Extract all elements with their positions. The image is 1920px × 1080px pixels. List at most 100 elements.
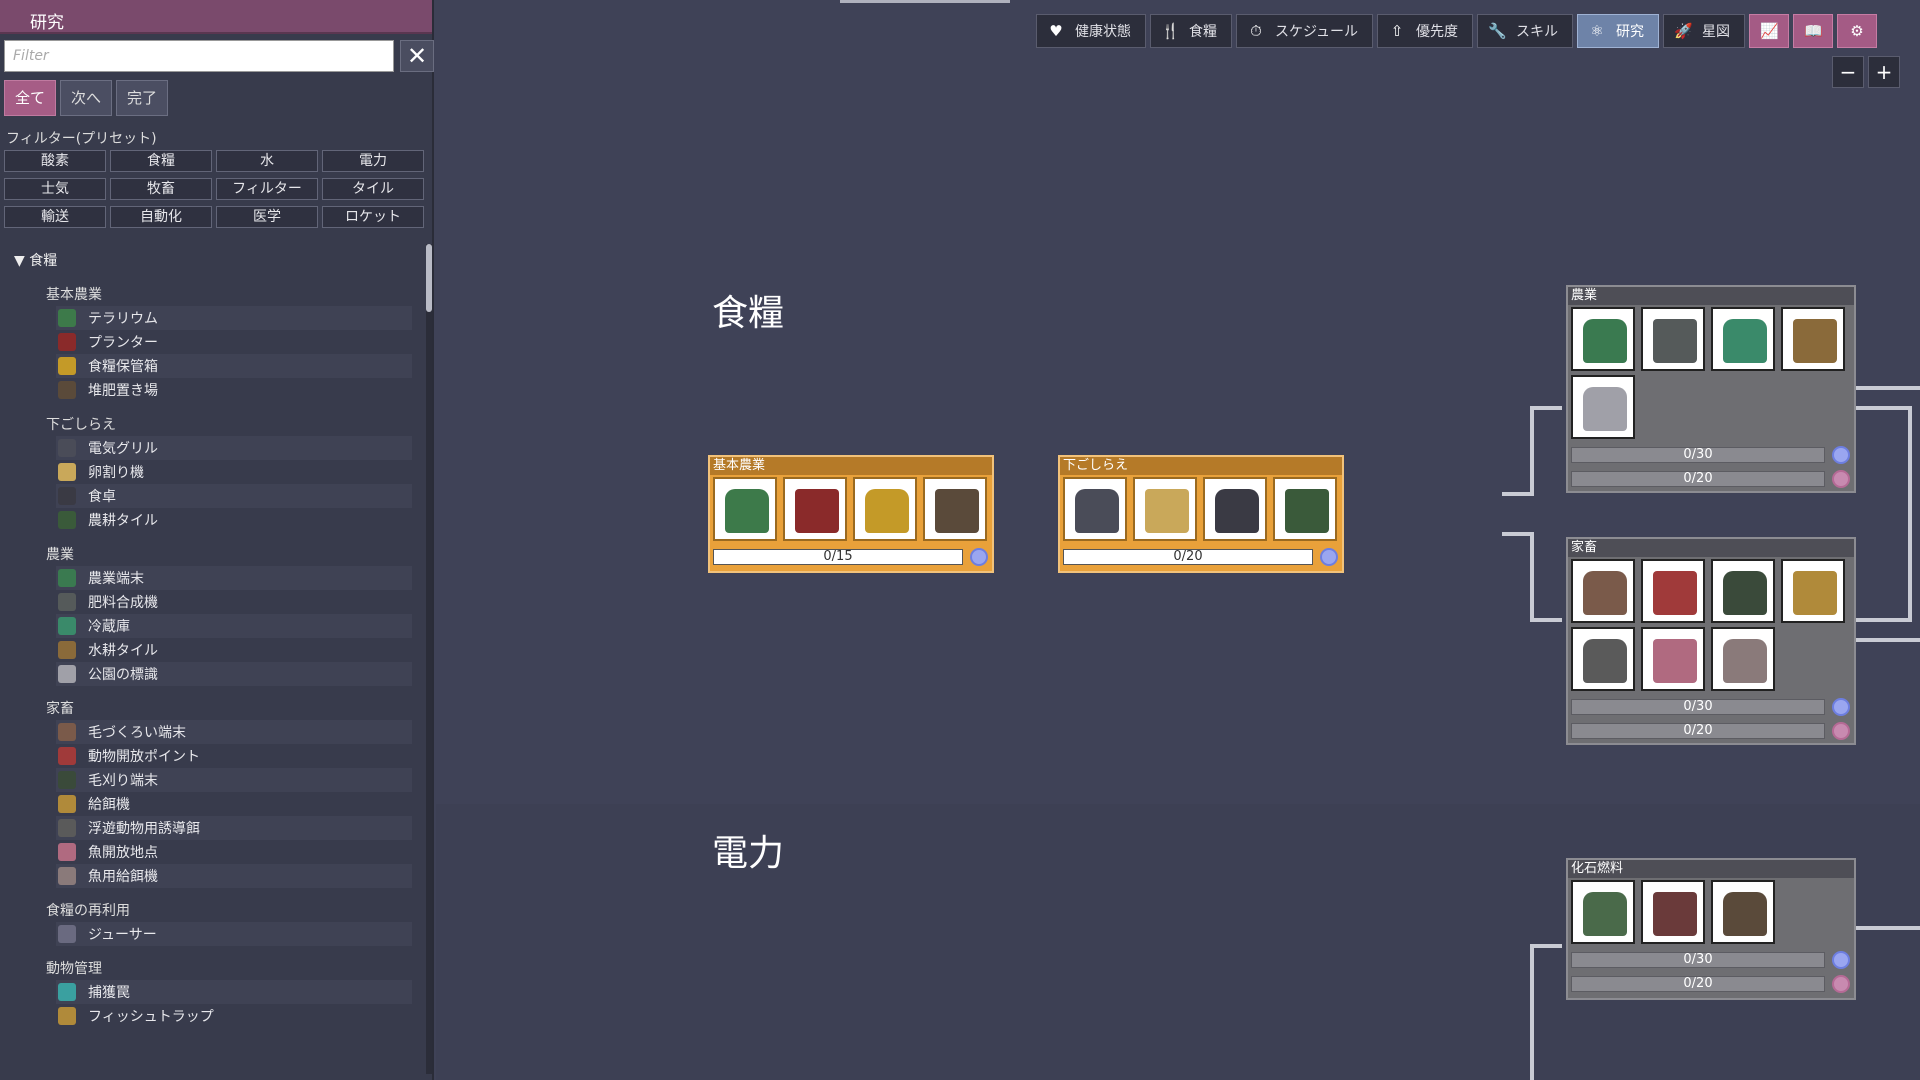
fork-icon: 🍴	[1161, 22, 1180, 40]
tree-item[interactable]: 電気グリル	[56, 436, 412, 460]
tech-card-agriculture[interactable]: 農業 0/30 0/20	[1566, 285, 1856, 493]
toolbar-button[interactable]: ⏱ スケジュール	[1236, 14, 1374, 48]
building-icon-slot[interactable]	[783, 477, 847, 541]
tab-next[interactable]: 次へ	[60, 80, 113, 116]
building-icon	[1285, 489, 1329, 533]
tree-item[interactable]: ジューサー	[56, 922, 412, 946]
zoom-out-button[interactable]: −	[1832, 56, 1864, 88]
tree-item[interactable]: プランター	[56, 330, 412, 354]
gear-button[interactable]: ⚙	[1837, 14, 1878, 48]
connector-line	[1908, 406, 1912, 622]
filter-input[interactable]	[4, 40, 394, 72]
building-icon-slot[interactable]	[853, 477, 917, 541]
building-icon-slot[interactable]	[1571, 559, 1635, 623]
building-icon	[58, 819, 76, 837]
clear-filter-button[interactable]: ✕	[400, 40, 434, 72]
building-icon	[58, 381, 76, 399]
building-icon	[58, 795, 76, 813]
preset-button[interactable]: 輸送	[4, 206, 106, 228]
preset-button[interactable]: 食糧	[110, 150, 212, 172]
tree-item[interactable]: 動物開放ポイント	[56, 744, 412, 768]
building-icon-slot[interactable]	[1571, 307, 1635, 371]
preset-button[interactable]: 自動化	[110, 206, 212, 228]
tree-item[interactable]: テラリウム	[56, 306, 412, 330]
building-icon-slot[interactable]	[1133, 477, 1197, 541]
building-icon-slot[interactable]	[1571, 880, 1635, 944]
tree-item-label: プランター	[88, 335, 158, 351]
building-icon-slot[interactable]	[1641, 880, 1705, 944]
building-icon-slot[interactable]	[1711, 307, 1775, 371]
building-icon-slot[interactable]	[1641, 307, 1705, 371]
book-button[interactable]: 📖	[1793, 14, 1834, 48]
preset-button[interactable]: 医学	[216, 206, 318, 228]
building-icon-slot[interactable]	[1641, 559, 1705, 623]
toolbar-button[interactable]: 🍴 食糧	[1150, 14, 1232, 48]
building-icon-slot[interactable]	[1571, 627, 1635, 691]
preset-button[interactable]: タイル	[322, 178, 424, 200]
preset-button[interactable]: 士気	[4, 178, 106, 200]
tree-item[interactable]: 食卓	[56, 484, 412, 508]
building-icon	[1583, 639, 1627, 683]
tech-tree-canvas[interactable]: 食糧 電力 基本農業 0/15 下ごしらえ 0/20 農業 0/30 0/20 家畜 0/30 0…	[436, 0, 1920, 1080]
building-icon	[58, 925, 76, 943]
preset-button[interactable]: 電力	[322, 150, 424, 172]
tree-item-label: 魚開放地点	[88, 845, 158, 861]
preset-button[interactable]: ロケット	[322, 206, 424, 228]
tree-item[interactable]: 水耕タイル	[56, 638, 412, 662]
tree-item[interactable]: 農業端末	[56, 566, 412, 590]
tech-card-fossil-fuels[interactable]: 化石燃料 0/30 0/20	[1566, 858, 1856, 1000]
chart-button[interactable]: 📈	[1749, 14, 1790, 48]
building-icon-slot[interactable]	[1781, 307, 1845, 371]
toolbar-button[interactable]: ♥ 健康状態	[1036, 14, 1146, 48]
preset-button[interactable]: 酸素	[4, 150, 106, 172]
scrollbar-track[interactable]	[426, 244, 432, 1074]
building-icon-slot[interactable]	[923, 477, 987, 541]
tree-item[interactable]: フィッシュトラップ	[56, 1004, 412, 1028]
zoom-in-button[interactable]: +	[1868, 56, 1900, 88]
tree-item[interactable]: 農耕タイル	[56, 508, 412, 532]
building-icon-slot[interactable]	[713, 477, 777, 541]
tech-card-basic-farming[interactable]: 基本農業 0/15	[708, 455, 994, 573]
preset-button[interactable]: フィルター	[216, 178, 318, 200]
tech-card-ranching[interactable]: 家畜 0/30 0/20	[1566, 537, 1856, 745]
building-icon-slot[interactable]	[1781, 559, 1845, 623]
building-icon-slot[interactable]	[1711, 880, 1775, 944]
research-point-icon	[1832, 446, 1850, 464]
tree-item[interactable]: 魚用給餌機	[56, 864, 412, 888]
connector-line	[1856, 618, 1912, 622]
building-icon	[1723, 571, 1767, 615]
tree-item[interactable]: 堆肥置き場	[56, 378, 412, 402]
preset-button[interactable]: 牧畜	[110, 178, 212, 200]
tree-item[interactable]: 公園の標識	[56, 662, 412, 686]
building-icon	[1653, 319, 1697, 363]
tree-item[interactable]: 捕獲罠	[56, 980, 412, 1004]
tree-item[interactable]: 毛づくろい端末	[56, 720, 412, 744]
tree-item[interactable]: 給餌機	[56, 792, 412, 816]
toolbar-button[interactable]: 🚀 星図	[1663, 14, 1746, 48]
building-icon-slot[interactable]	[1203, 477, 1267, 541]
tab-all[interactable]: 全て	[4, 80, 57, 116]
preset-button[interactable]: 水	[216, 150, 318, 172]
building-icon-slot[interactable]	[1063, 477, 1127, 541]
building-icon-slot[interactable]	[1571, 375, 1635, 439]
building-icon-slot[interactable]	[1711, 627, 1775, 691]
tree-root-food[interactable]: ▼ 食糧	[0, 244, 426, 272]
building-icon-slot[interactable]	[1641, 627, 1705, 691]
tech-card-meal-prep[interactable]: 下ごしらえ 0/20	[1058, 455, 1344, 573]
toolbar-button[interactable]: ⇧ 優先度	[1377, 14, 1474, 48]
toolbar-button[interactable]: 🔧 スキル	[1477, 14, 1574, 48]
tree-item[interactable]: 毛刈り端末	[56, 768, 412, 792]
tree-item[interactable]: 浮遊動物用誘導餌	[56, 816, 412, 840]
tree-item[interactable]: 冷蔵庫	[56, 614, 412, 638]
tab-complete[interactable]: 完了	[116, 80, 169, 116]
tree-item-label: 堆肥置き場	[88, 383, 158, 399]
toolbar-button[interactable]: ⚛ 研究	[1577, 14, 1660, 48]
tree-item[interactable]: 肥料合成機	[56, 590, 412, 614]
building-icon	[58, 357, 76, 375]
building-icon-slot[interactable]	[1711, 559, 1775, 623]
scrollbar-thumb[interactable]	[426, 244, 432, 312]
tree-item[interactable]: 魚開放地点	[56, 840, 412, 864]
tree-item[interactable]: 食糧保管箱	[56, 354, 412, 378]
tree-item[interactable]: 卵割り機	[56, 460, 412, 484]
building-icon-slot[interactable]	[1273, 477, 1337, 541]
